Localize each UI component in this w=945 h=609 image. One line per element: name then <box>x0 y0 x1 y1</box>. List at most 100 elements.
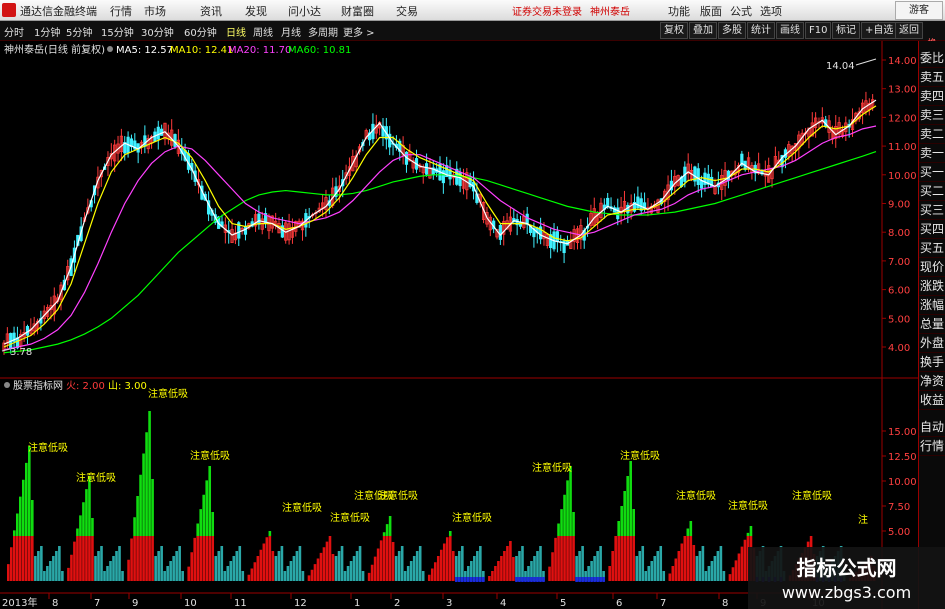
side-weibi[interactable]: 委比 <box>919 49 945 68</box>
fire-bar <box>142 536 145 581</box>
side-change-pct[interactable]: 涨幅 <box>919 296 945 315</box>
menu-faxian[interactable]: 发现 <box>245 3 267 19</box>
blue-bar <box>455 577 458 582</box>
cyan-bar <box>710 561 714 581</box>
period-weekly[interactable]: 周线 <box>253 24 273 39</box>
menu-jiaoyi[interactable]: 交易 <box>396 3 418 19</box>
mountain-bar <box>22 479 25 536</box>
overlay-button[interactable]: 叠加 <box>689 22 717 39</box>
cyan-bar <box>220 546 224 581</box>
menu-gongneng[interactable]: 功能 <box>668 3 690 19</box>
side-change[interactable]: 涨跌 <box>919 277 945 296</box>
side-turnover[interactable]: 换手 <box>919 353 945 372</box>
menu-xuanxiang[interactable]: 选项 <box>760 3 782 19</box>
fire-bar <box>262 543 266 581</box>
add-watchlist-button[interactable]: +自选 <box>861 22 898 39</box>
blue-bar <box>539 577 542 582</box>
draw-line-button[interactable]: 画线 <box>776 22 804 39</box>
fire-bar <box>680 543 684 581</box>
period-30min[interactable]: 30分钟 <box>141 24 174 39</box>
mountain-bar <box>385 524 389 536</box>
period-15min[interactable]: 15分钟 <box>101 24 134 39</box>
side-nav[interactable]: 净资 <box>919 372 945 391</box>
cyan-bar <box>340 546 344 581</box>
month-label: 2 <box>394 598 400 609</box>
menu-banmian[interactable]: 版面 <box>700 3 722 19</box>
period-fenshi[interactable]: 分时 <box>4 24 24 39</box>
settings-dot-icon[interactable] <box>107 46 113 52</box>
mountain-bar <box>85 489 88 536</box>
fire-bar <box>563 536 566 581</box>
menu-wenxiaoda[interactable]: 问小达 <box>288 3 321 19</box>
menu-shichang[interactable]: 市场 <box>144 3 166 19</box>
indicator-settings-icon[interactable] <box>4 382 10 388</box>
chart-area[interactable]: 神州泰岳(日线 前复权) MA5: 12.57 MA10: 12.41 MA20… <box>0 41 918 609</box>
menu-zixun[interactable]: 资讯 <box>200 3 222 19</box>
fire-bar <box>439 549 443 581</box>
candle-body <box>626 204 630 214</box>
side-buy4[interactable]: 买四 <box>919 220 945 239</box>
side-sell5[interactable]: 卖五 <box>919 68 945 87</box>
period-5min[interactable]: 5分钟 <box>66 24 92 39</box>
side-quote[interactable]: 行情 <box>919 437 945 456</box>
multi-stock-button[interactable]: 多股 <box>718 22 746 39</box>
month-label: 3 <box>446 598 452 609</box>
period-multi[interactable]: 多周期 <box>308 24 338 39</box>
fire-bar <box>569 536 572 581</box>
mountain-bar <box>382 532 386 536</box>
blue-bar <box>515 577 518 582</box>
low-buy-note: 注意低吸 <box>792 489 832 502</box>
period-60min[interactable]: 60分钟 <box>184 24 217 39</box>
side-buy5[interactable]: 买五 <box>919 239 945 258</box>
side-sell3[interactable]: 卖三 <box>919 106 945 125</box>
month-label: 1 <box>354 598 360 609</box>
side-eps[interactable]: 收益 <box>919 391 945 410</box>
login-warning[interactable]: 证券交易未登录 <box>512 3 582 18</box>
kline-chart[interactable]: 神州泰岳(日线 前复权) MA5: 12.57 MA10: 12.41 MA20… <box>0 41 918 609</box>
cyan-bar <box>280 546 284 581</box>
blue-bar <box>467 577 470 582</box>
side-sell4[interactable]: 卖四 <box>919 87 945 106</box>
cyan-bar <box>223 571 227 581</box>
guest-button[interactable]: 游客 <box>895 1 943 20</box>
cyan-bar <box>518 551 521 581</box>
blue-bar <box>536 577 539 582</box>
fire-bar <box>316 558 320 581</box>
stats-button[interactable]: 统计 <box>747 22 775 39</box>
period-daily[interactable]: 日线 <box>226 24 246 39</box>
period-1min[interactable]: 1分钟 <box>34 24 60 39</box>
side-sell1[interactable]: 卖一 <box>919 144 945 163</box>
indicator-tick-label: 15.00 <box>888 427 917 438</box>
candle-body <box>636 196 640 209</box>
side-volume[interactable]: 总量 <box>919 315 945 334</box>
cyan-bar <box>403 571 407 581</box>
menu-caifuquan[interactable]: 财富圈 <box>341 3 374 19</box>
blue-bar <box>524 577 527 582</box>
side-sell2[interactable]: 卖二 <box>919 125 945 144</box>
menu-hangqing[interactable]: 行情 <box>110 3 132 19</box>
mountain-bar <box>572 512 575 536</box>
side-buy3[interactable]: 买三 <box>919 201 945 220</box>
fire-bar <box>373 556 377 581</box>
back-button[interactable]: 返回 <box>895 22 923 39</box>
low-buy-note: 注意低吸 <box>378 489 418 502</box>
period-monthly[interactable]: 月线 <box>281 24 301 39</box>
side-buy1[interactable]: 买一 <box>919 163 945 182</box>
cyan-bar <box>154 556 157 581</box>
side-buy2[interactable]: 买二 <box>919 182 945 201</box>
fire-bar <box>626 536 629 581</box>
cyan-bar <box>337 551 341 581</box>
mountain-bar <box>632 509 635 536</box>
side-outer[interactable]: 外盘 <box>919 334 945 353</box>
side-price[interactable]: 现价 <box>919 258 945 277</box>
fuquan-button[interactable]: 复权 <box>660 22 688 39</box>
mark-button[interactable]: 标记 <box>832 22 860 39</box>
f10-button[interactable]: F10 <box>805 22 832 39</box>
cyan-bar <box>97 551 100 581</box>
period-more[interactable]: 更多 > <box>343 24 375 39</box>
fire-bar <box>566 536 569 581</box>
cyan-bar <box>656 551 660 581</box>
side-auto[interactable]: 自动 <box>919 418 945 437</box>
menu-gongshi[interactable]: 公式 <box>730 3 752 19</box>
cyan-bar <box>719 546 723 581</box>
